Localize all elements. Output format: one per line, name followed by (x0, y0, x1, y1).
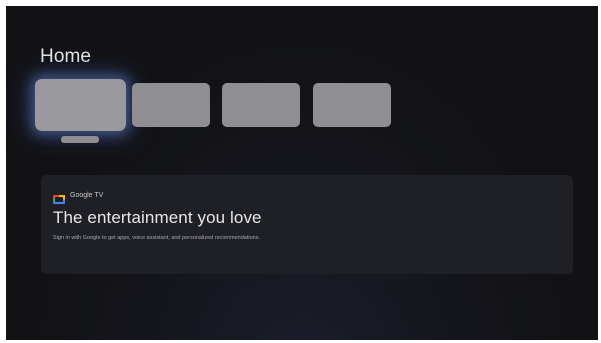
brand-name: Google TV (70, 191, 104, 199)
sign-in-promo-banner[interactable]: Google TV The entertainment you love Sig… (41, 175, 573, 274)
focused-tile-label-placeholder (61, 136, 99, 143)
app-tile[interactable] (132, 83, 210, 127)
app-tile[interactable] (222, 83, 300, 127)
app-tile[interactable] (313, 83, 391, 127)
banner-heading: The entertainment you love (53, 208, 262, 227)
brand-row: Google TV (53, 189, 104, 204)
page-title: Home (40, 46, 92, 67)
tv-home-screen: Home Google TV The entertainment you lov… (6, 6, 598, 340)
app-tile-focused[interactable] (35, 79, 126, 131)
google-tv-icon (53, 191, 65, 204)
banner-description: Sign in with Google to get apps, voice a… (53, 235, 260, 241)
